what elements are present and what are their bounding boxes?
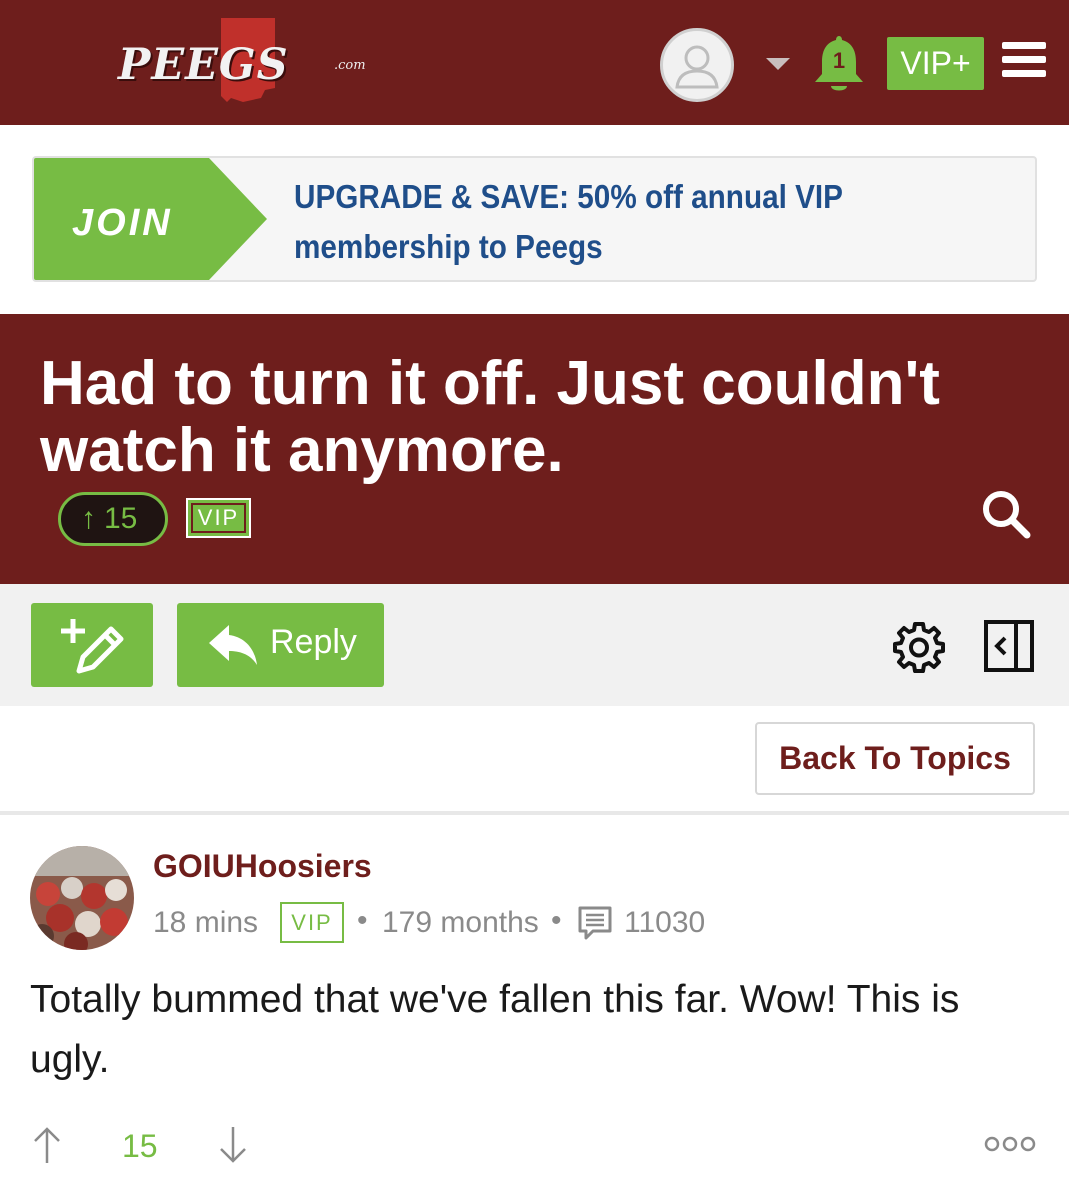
- join-label: JOIN: [72, 202, 173, 244]
- search-icon[interactable]: [980, 488, 1032, 540]
- notification-count: 1: [832, 48, 846, 73]
- new-post-icon: [61, 619, 124, 674]
- meta-separator: •: [551, 904, 562, 937]
- author-vip-badge: VIP: [280, 902, 344, 943]
- new-post-button[interactable]: [31, 603, 153, 687]
- chevron-down-icon[interactable]: [766, 58, 790, 70]
- reply-arrow-icon: [209, 625, 257, 665]
- thread-vip-badge: VIP: [186, 498, 251, 538]
- post-score: 15: [122, 1128, 158, 1164]
- thread-title: Had to turn it off. Just couldn't watch …: [40, 349, 940, 485]
- user-avatar-icon[interactable]: [660, 28, 734, 102]
- hamburger-menu-icon[interactable]: [1002, 42, 1046, 78]
- post-timestamp: 18 mins: [153, 906, 259, 939]
- notifications-button[interactable]: 1: [811, 32, 867, 96]
- logo-suffix: .com: [334, 58, 366, 73]
- vip-plus-button[interactable]: VIP+: [887, 37, 984, 90]
- upgrade-promo-banner[interactable]: JOIN UPGRADE & SAVE: 50% off annual VIP …: [32, 156, 1037, 282]
- thread-header: Had to turn it off. Just couldn't watch …: [0, 314, 1069, 584]
- upvote-arrow-icon[interactable]: [32, 1125, 62, 1165]
- thread-toolbar: Reply: [0, 584, 1069, 706]
- post-author-avatar[interactable]: [30, 846, 134, 950]
- promo-text: UPGRADE & SAVE: 50% off annual VIP membe…: [294, 178, 843, 265]
- logo-wordmark: PEEGS: [118, 40, 289, 90]
- thread-vote-count: 15: [104, 502, 138, 535]
- author-post-count: 11030: [624, 906, 706, 939]
- posts-count-icon: [578, 906, 612, 940]
- meta-separator: •: [357, 904, 368, 937]
- section-divider: [0, 811, 1069, 815]
- thread-vip-label: VIP: [191, 503, 246, 533]
- back-to-topics-button[interactable]: Back To Topics: [755, 722, 1035, 795]
- upvote-arrow-icon: ↑: [81, 502, 96, 535]
- post-body: Totally bummed that we've fallen this fa…: [30, 978, 960, 1081]
- downvote-arrow-icon[interactable]: [218, 1125, 248, 1165]
- site-logo[interactable]: PEEGS .com: [118, 18, 378, 104]
- gear-icon[interactable]: [893, 621, 945, 673]
- more-options-icon[interactable]: [984, 1134, 1036, 1154]
- reply-button[interactable]: Reply: [177, 603, 384, 687]
- collapse-sidebar-icon[interactable]: [984, 620, 1034, 672]
- membership-duration: 179 months: [382, 906, 539, 939]
- top-navigation-bar: PEEGS .com 1 VIP+: [0, 0, 1069, 125]
- thread-vote-pill[interactable]: ↑ 15: [58, 492, 168, 546]
- reply-label: Reply: [270, 623, 357, 661]
- post-author-username[interactable]: GOIUHoosiers: [153, 848, 372, 885]
